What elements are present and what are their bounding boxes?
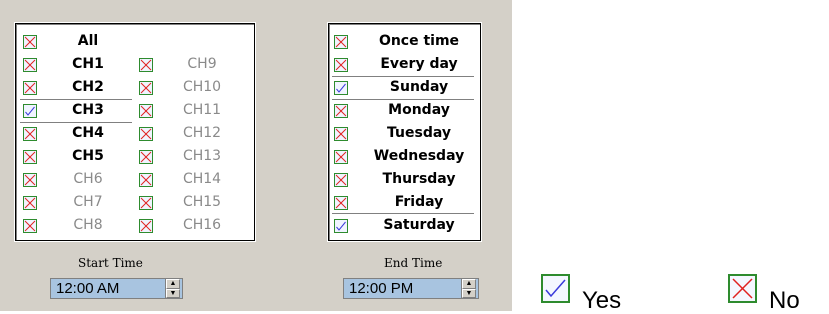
channel-row-label: CH15 <box>182 194 222 210</box>
start-time-field[interactable]: 12:00 AM ▲ ▼ <box>50 278 183 299</box>
day-checkbox[interactable] <box>334 35 348 49</box>
channel-row-label: CH9 <box>187 56 217 72</box>
channel-row-label: CH3 <box>72 102 104 118</box>
end-time-value: 12:00 PM <box>349 280 414 297</box>
channel-row-label: CH16 <box>182 217 222 233</box>
day-row[interactable]: Sunday <box>329 77 480 100</box>
day-checkbox[interactable] <box>334 104 348 118</box>
channel-row-label: CH1 <box>72 56 104 72</box>
channel-row-label: CH14 <box>182 171 222 187</box>
channel-checkbox[interactable] <box>139 127 153 141</box>
day-checkbox[interactable] <box>334 173 348 187</box>
selection-divider <box>20 122 132 123</box>
day-row[interactable]: Saturday <box>329 215 480 238</box>
channel-checkbox[interactable] <box>23 58 37 72</box>
channel-row[interactable]: CH7 <box>16 192 134 215</box>
channel-checkbox[interactable] <box>23 81 37 95</box>
day-row-label: Friday <box>394 194 444 210</box>
end-time-caption: End Time <box>384 256 443 270</box>
channel-row-label: CH13 <box>182 148 222 164</box>
start-time-spinner[interactable]: ▲ ▼ <box>165 279 180 298</box>
day-row[interactable]: Monday <box>329 100 480 123</box>
day-list: Once time Every day Sunday Monday Tuesday Wed… <box>328 23 481 241</box>
channel-row[interactable]: CH5 <box>16 146 134 169</box>
channel-checkbox[interactable] <box>23 196 37 210</box>
day-checkbox[interactable] <box>334 219 348 233</box>
day-row[interactable]: Tuesday <box>329 123 480 146</box>
channel-checkbox[interactable] <box>139 219 153 233</box>
channel-row-label: CH10 <box>182 79 222 95</box>
start-time-up-arrow-icon[interactable]: ▲ <box>166 279 180 289</box>
channel-checkbox[interactable] <box>139 150 153 164</box>
channel-checkbox[interactable] <box>23 127 37 141</box>
channel-row-label: CH2 <box>72 79 104 95</box>
channel-row[interactable]: CH8 <box>16 215 134 238</box>
end-time-field[interactable]: 12:00 PM ▲ ▼ <box>343 278 479 299</box>
day-row-label: Thursday <box>382 171 456 187</box>
channel-checkbox[interactable] <box>139 104 153 118</box>
day-row[interactable]: Friday <box>329 192 480 215</box>
channel-row-label: CH4 <box>72 125 104 141</box>
channel-row-label: CH7 <box>73 194 103 210</box>
legend-checked-icon <box>541 274 570 303</box>
day-row[interactable]: Thursday <box>329 169 480 192</box>
end-time-down-arrow-icon[interactable]: ▼ <box>462 288 476 298</box>
day-checkbox[interactable] <box>334 81 348 95</box>
day-row[interactable]: Wednesday <box>329 146 480 169</box>
scheduler-panel: All CH1 CH2 CH3 CH4 CH5 CH6 CH7 CH8 CH9 CH10 CH11 CH… <box>0 0 512 311</box>
channel-row[interactable]: CH2 <box>16 77 134 100</box>
channel-row[interactable]: CH4 <box>16 123 134 146</box>
end-time-up-arrow-icon[interactable]: ▲ <box>462 279 476 289</box>
channel-row-label: All <box>77 33 99 49</box>
day-row-label: Every day <box>380 56 458 72</box>
day-row[interactable]: Every day <box>329 54 480 77</box>
channel-row[interactable]: CH6 <box>16 169 134 192</box>
channel-row-label: CH12 <box>182 125 222 141</box>
channel-checkbox[interactable] <box>23 173 37 187</box>
day-checkbox[interactable] <box>334 58 348 72</box>
channel-checkbox[interactable] <box>139 58 153 72</box>
selection-divider <box>332 76 474 77</box>
channel-row-label: CH6 <box>73 171 103 187</box>
day-row-label: Saturday <box>383 217 455 233</box>
legend-crossed-icon <box>728 274 757 303</box>
start-time-value: 12:00 AM <box>56 280 120 297</box>
channel-checkbox[interactable] <box>23 219 37 233</box>
channel-checkbox[interactable] <box>23 104 37 118</box>
selection-divider <box>332 213 474 214</box>
channel-row-label: CH8 <box>73 217 103 233</box>
end-time-spinner[interactable]: ▲ ▼ <box>461 279 476 298</box>
channel-row[interactable]: CH1 <box>16 54 134 77</box>
day-row-label: Wednesday <box>373 148 465 164</box>
legend-no-label: No <box>769 287 800 314</box>
day-row-label: Monday <box>388 102 450 118</box>
channel-checkbox[interactable] <box>23 35 37 49</box>
day-checkbox[interactable] <box>334 127 348 141</box>
start-time-caption: Start Time <box>78 256 143 270</box>
legend-yes: Yes <box>541 274 621 313</box>
selection-divider <box>332 99 474 100</box>
day-checkbox[interactable] <box>334 196 348 210</box>
day-row[interactable]: Once time <box>329 31 480 54</box>
day-checkbox[interactable] <box>334 150 348 164</box>
selection-divider <box>20 99 132 100</box>
start-time-down-arrow-icon[interactable]: ▼ <box>166 288 180 298</box>
channel-checkbox[interactable] <box>139 173 153 187</box>
channel-checkbox[interactable] <box>139 81 153 95</box>
channel-list: All CH1 CH2 CH3 CH4 CH5 CH6 CH7 CH8 CH9 CH10 CH11 CH… <box>15 23 255 241</box>
legend-yes-label: Yes <box>582 287 622 314</box>
channel-row[interactable]: All <box>16 31 134 54</box>
channel-checkbox[interactable] <box>139 196 153 210</box>
channel-row-label: CH11 <box>182 102 222 118</box>
legend-no: No <box>728 274 800 313</box>
channel-row-label: CH5 <box>72 148 104 164</box>
day-row-label: Tuesday <box>387 125 451 141</box>
day-row-label: Once time <box>378 33 460 49</box>
channel-checkbox[interactable] <box>23 150 37 164</box>
day-row-label: Sunday <box>389 79 449 95</box>
channel-row[interactable]: CH3 <box>16 100 134 123</box>
